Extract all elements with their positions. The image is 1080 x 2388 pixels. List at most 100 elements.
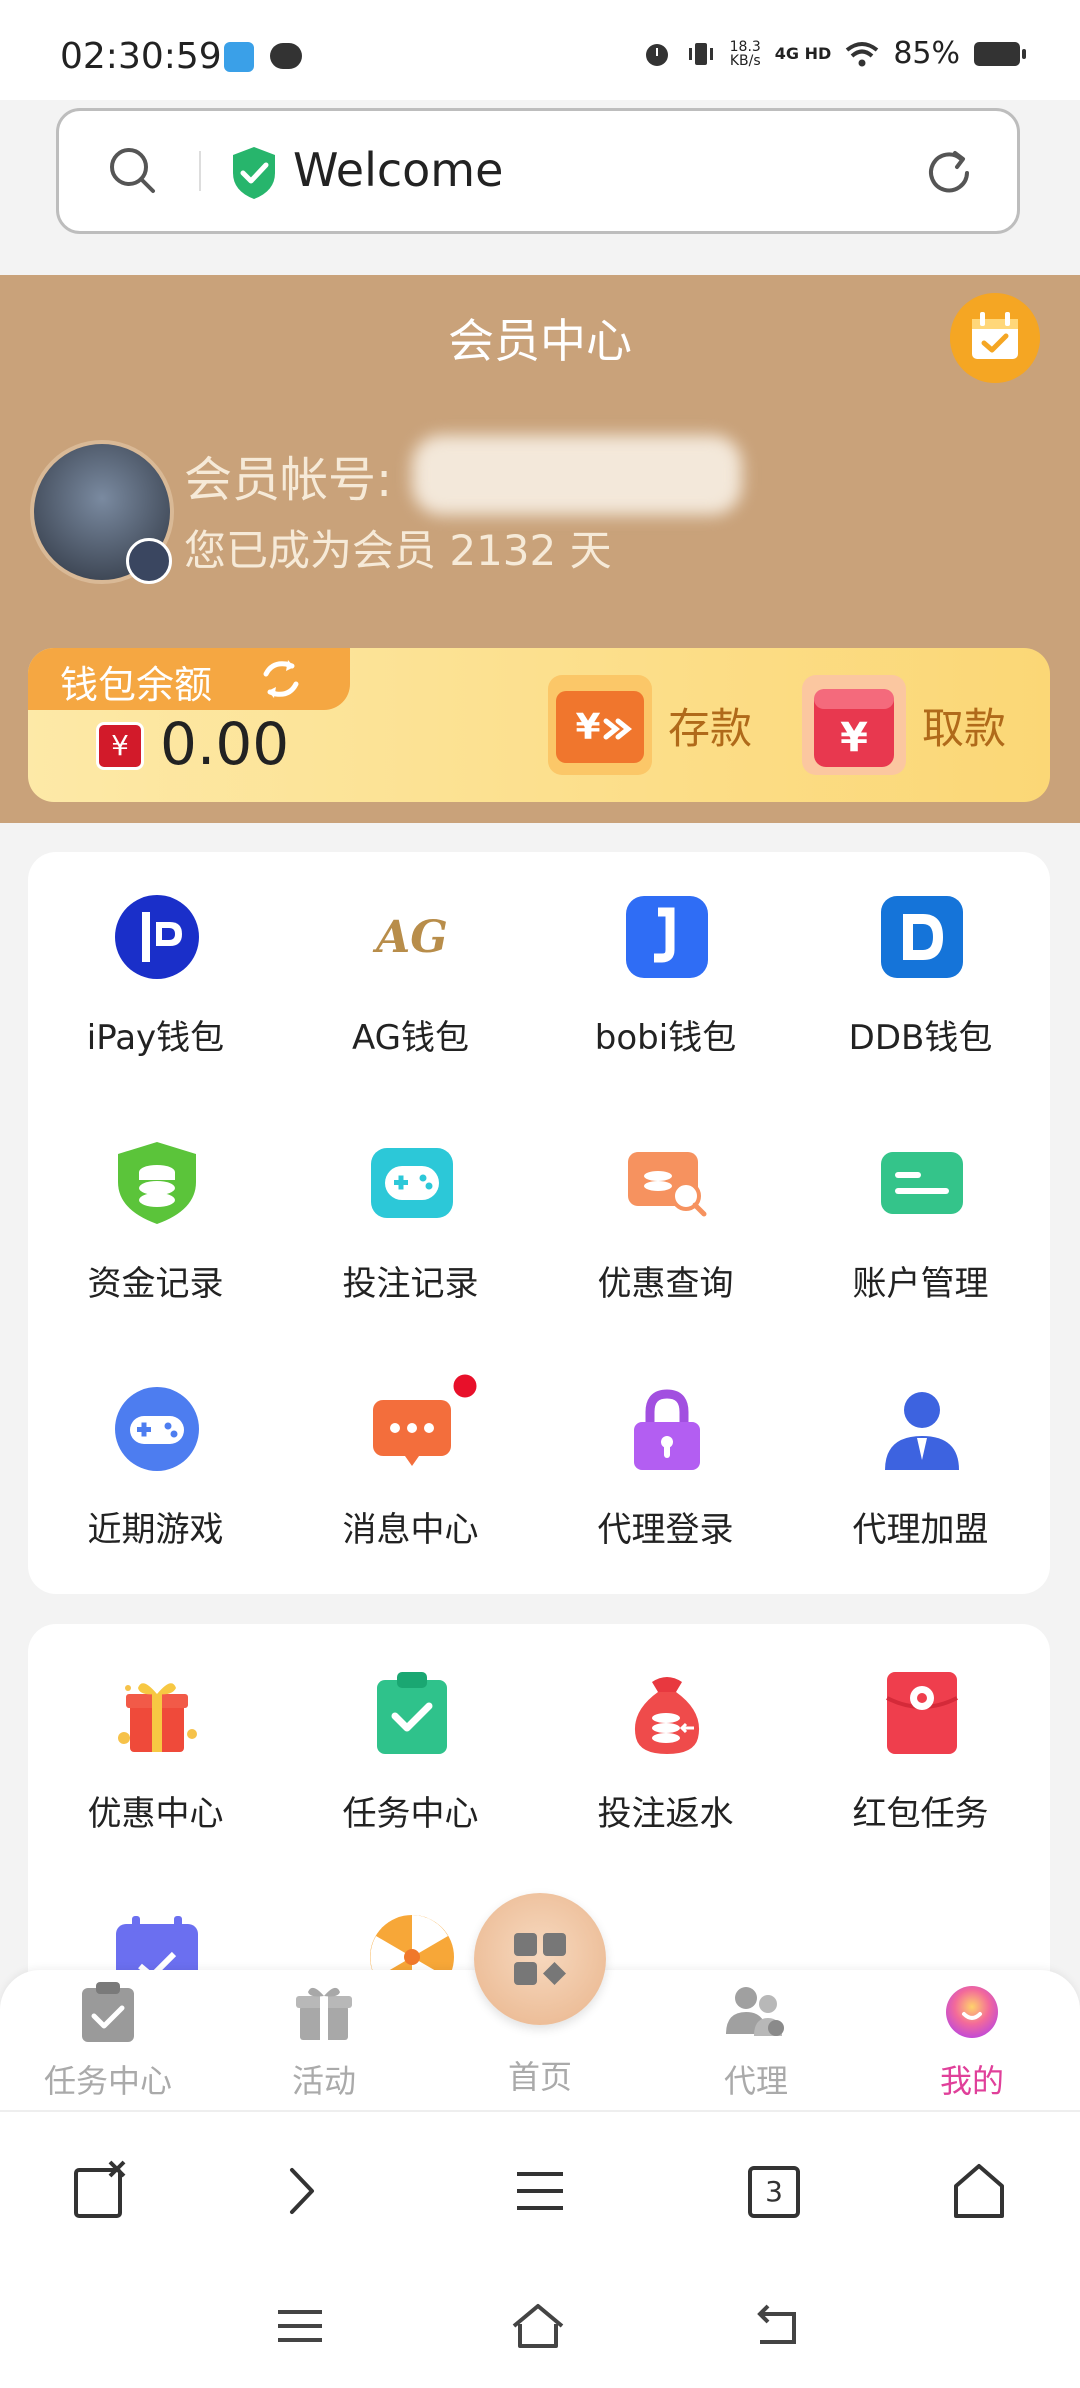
menu-label: 代理登录	[597, 1510, 734, 1550]
menu-item-ag-wallet[interactable]: AG AG钱包	[283, 892, 538, 1102]
shield-check-icon	[233, 147, 275, 199]
menu-label: 优惠中心	[87, 1794, 224, 1834]
controller-icon	[115, 1387, 199, 1471]
refresh-icon[interactable]	[258, 658, 304, 700]
battery-percent: 85%	[893, 36, 960, 71]
agent-person-icon	[885, 1392, 959, 1470]
menu-label: 投注记录	[342, 1264, 479, 1304]
menu-label: 任务中心	[342, 1794, 479, 1834]
forward-icon[interactable]	[266, 2156, 336, 2226]
promo-query-icon	[628, 1152, 707, 1217]
browser-toolbar: 3	[0, 2110, 1080, 2272]
page-title: 会员中心	[448, 314, 632, 368]
member-header: 会员中心 会员帐号: 您已成为会员 2132 天 钱包余额 ¥ 0.00 ¥ 存…	[0, 275, 1080, 823]
wallet-tag: 钱包余额	[28, 648, 350, 710]
menu-item-fund-records[interactable]: 资金记录	[28, 1138, 283, 1348]
battery-icon	[974, 41, 1026, 66]
address-bar[interactable]: Welcome	[56, 108, 1020, 234]
menu-label: bobi钱包	[594, 1018, 737, 1058]
menu-item-recent-games[interactable]: 近期游戏	[28, 1384, 283, 1594]
menu-label: 近期游戏	[87, 1510, 224, 1550]
menu-item-bobi-wallet[interactable]: bobi钱包	[538, 892, 793, 1102]
menu-icon[interactable]	[505, 2156, 575, 2226]
unread-dot-icon	[450, 1371, 480, 1401]
withdraw-button[interactable]: ¥ 取款	[798, 668, 1006, 782]
svg-text:¥: ¥	[840, 715, 868, 761]
notification-app-icon	[224, 42, 254, 72]
menu-item-account-management[interactable]: 账户管理	[793, 1138, 1048, 1348]
net-speed-value: 18.3	[729, 38, 761, 55]
nav-tasks-label: 任务中心	[43, 2062, 172, 2100]
nav-agent-label: 代理	[723, 2062, 788, 2100]
calendar-checkin-icon[interactable]	[950, 293, 1040, 383]
menu-label: DDB钱包	[848, 1018, 993, 1058]
currency-icon: ¥	[96, 722, 144, 770]
menu-label: 消息中心	[342, 1510, 479, 1550]
menu-item-agent-login[interactable]: 代理登录	[538, 1384, 793, 1594]
menu-label: 红包任务	[852, 1794, 989, 1834]
tabs-button[interactable]: 3	[740, 2156, 810, 2226]
fund-records-icon	[118, 1142, 196, 1224]
menu-item-promo-query[interactable]: 优惠查询	[538, 1138, 793, 1348]
menu-item-ipay-wallet[interactable]: iPay钱包	[28, 892, 283, 1102]
nav-activity[interactable]: 活动	[216, 1980, 432, 2102]
wallet-card: 钱包余额 ¥ 0.00 ¥ 存款 ¥ 取款	[28, 648, 1050, 802]
back-icon[interactable]	[748, 2296, 808, 2356]
chat-bubble-icon	[270, 43, 302, 69]
ddb-icon	[881, 896, 963, 978]
gamepad-icon	[371, 1148, 453, 1218]
menu-item-message-center[interactable]: 消息中心	[283, 1371, 538, 1594]
ag-logo-icon: AG	[372, 912, 448, 963]
tab-count: 3	[748, 2166, 800, 2218]
withdraw-icon: ¥	[802, 675, 906, 775]
nav-mine[interactable]: 我的	[864, 1980, 1080, 2102]
menu-label: 投注返水	[597, 1794, 734, 1834]
nav-home[interactable]: 首页	[432, 2052, 648, 2098]
wallet-label: 钱包余额	[60, 663, 213, 707]
menu-item-red-packet-task[interactable]: 红包任务	[793, 1668, 1048, 1878]
svg-text:AG: AG	[372, 912, 448, 963]
deposit-button[interactable]: ¥ 存款	[544, 668, 752, 782]
net-speed: 18.3 KB/s	[730, 40, 761, 68]
menu-item-bet-rebate[interactable]: 投注返水	[538, 1668, 793, 1878]
nav-home-label: 首页	[507, 2058, 572, 2096]
deposit-label: 存款	[668, 703, 753, 753]
edit-avatar-icon[interactable]	[126, 538, 172, 584]
profile-orb-icon	[946, 1986, 998, 2038]
network-type: 4G HD	[774, 44, 832, 63]
money-bag-icon	[634, 1677, 700, 1754]
member-days: 您已成为会员 2132 天	[184, 526, 612, 575]
card-icon	[881, 1152, 963, 1214]
address-text[interactable]: Welcome	[293, 143, 503, 197]
nav-tasks[interactable]: 任务中心	[0, 1980, 216, 2102]
home-icon[interactable]	[944, 2156, 1014, 2226]
withdraw-label: 取款	[922, 703, 1007, 753]
wallet-balance: 0.00	[160, 710, 290, 778]
home-center-button[interactable]	[474, 1893, 606, 2025]
menu-item-ddb-wallet[interactable]: DDB钱包	[793, 892, 1048, 1102]
recents-icon[interactable]	[270, 2296, 330, 2356]
search-icon[interactable]	[105, 143, 161, 199]
account-id-redacted	[412, 435, 742, 515]
status-bar: 02:30:59 18.3 KB/s 4G HD 85%	[0, 0, 1080, 100]
system-home-icon[interactable]	[508, 2296, 568, 2356]
red-packet-icon	[886, 1672, 958, 1754]
grid-home-icon	[514, 1933, 566, 1985]
menu-item-task-center[interactable]: 任务中心	[283, 1668, 538, 1878]
menu-label: 优惠查询	[597, 1264, 734, 1304]
menu-label: 代理加盟	[852, 1510, 989, 1550]
reload-icon[interactable]	[921, 145, 977, 201]
menu-label: AG钱包	[351, 1018, 469, 1058]
lock-icon	[634, 1389, 700, 1470]
menu-item-agent-join[interactable]: 代理加盟	[793, 1384, 1048, 1594]
menu-label: 账户管理	[852, 1264, 989, 1304]
deposit-icon: ¥	[548, 675, 652, 775]
alarm-icon	[645, 43, 668, 66]
menu-label: iPay钱包	[86, 1018, 225, 1058]
clipboard-check-icon	[377, 1672, 447, 1754]
menu-item-bet-records[interactable]: 投注记录	[283, 1138, 538, 1348]
nav-agent[interactable]: 代理	[648, 1980, 864, 2102]
menu-item-promo-center[interactable]: 优惠中心	[28, 1668, 283, 1878]
close-tab-icon[interactable]	[66, 2156, 136, 2226]
wifi-icon	[846, 41, 879, 66]
